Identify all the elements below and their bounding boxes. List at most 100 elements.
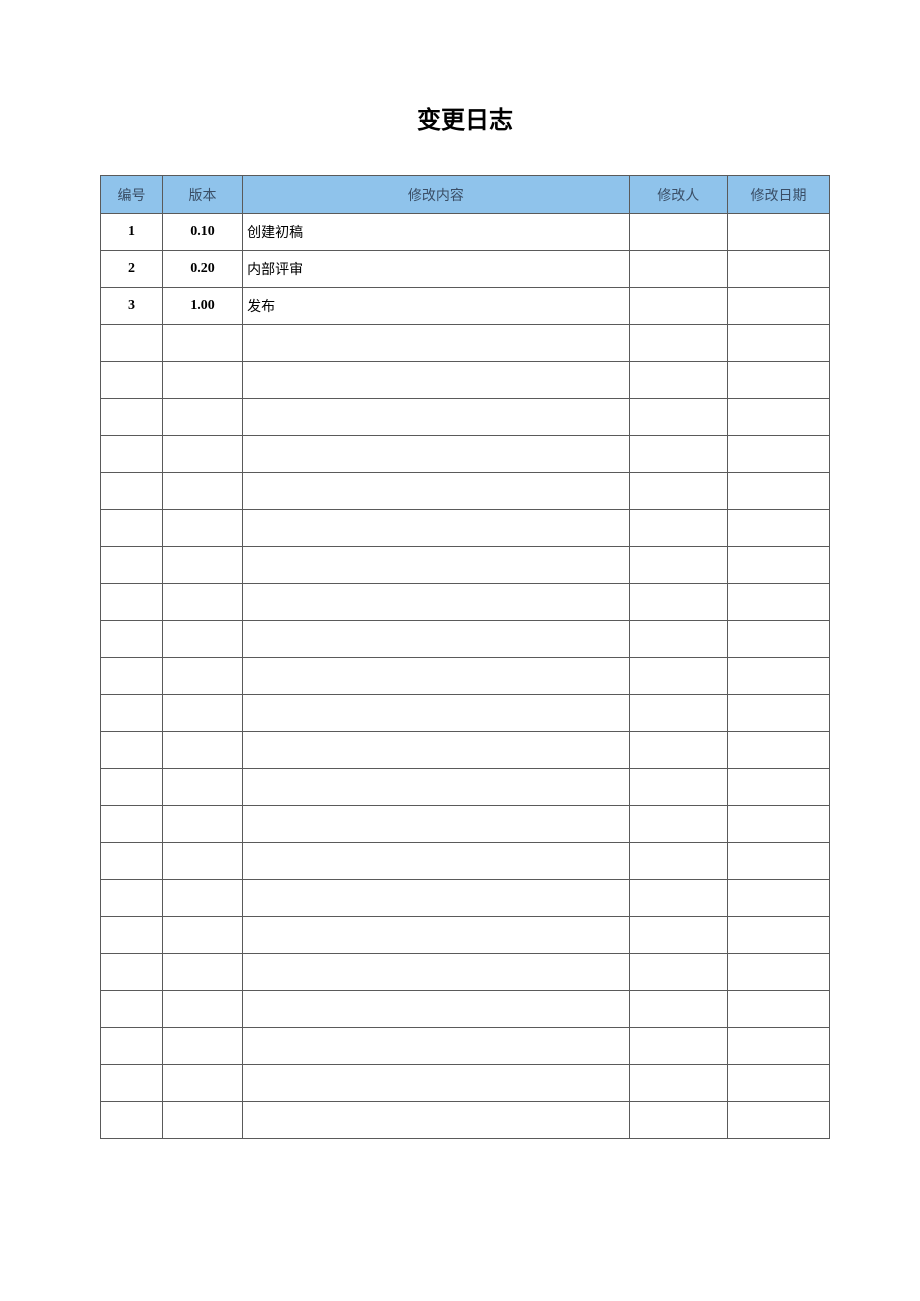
cell-content: 创建初稿 xyxy=(243,214,629,251)
cell-date xyxy=(727,473,829,510)
cell-author xyxy=(629,251,727,288)
cell-author xyxy=(629,954,727,991)
cell-index xyxy=(101,917,163,954)
cell-content: 内部评审 xyxy=(243,251,629,288)
cell-content xyxy=(243,1065,629,1102)
cell-author xyxy=(629,991,727,1028)
cell-date xyxy=(727,399,829,436)
col-header-date: 修改日期 xyxy=(727,176,829,214)
cell-content xyxy=(243,732,629,769)
cell-index xyxy=(101,695,163,732)
cell-content xyxy=(243,917,629,954)
cell-version xyxy=(162,880,242,917)
cell-date xyxy=(727,251,829,288)
cell-date xyxy=(727,806,829,843)
cell-author xyxy=(629,288,727,325)
cell-index: 2 xyxy=(101,251,163,288)
table-row xyxy=(101,621,830,658)
cell-content xyxy=(243,695,629,732)
cell-date xyxy=(727,880,829,917)
cell-author xyxy=(629,547,727,584)
cell-author xyxy=(629,1102,727,1139)
cell-index xyxy=(101,843,163,880)
cell-date xyxy=(727,621,829,658)
cell-content xyxy=(243,806,629,843)
cell-version: 1.00 xyxy=(162,288,242,325)
cell-version xyxy=(162,436,242,473)
table-row xyxy=(101,1028,830,1065)
cell-content xyxy=(243,1028,629,1065)
table-row xyxy=(101,584,830,621)
table-row xyxy=(101,991,830,1028)
cell-date xyxy=(727,917,829,954)
cell-date xyxy=(727,214,829,251)
cell-version xyxy=(162,510,242,547)
cell-author xyxy=(629,732,727,769)
cell-index xyxy=(101,1065,163,1102)
cell-version xyxy=(162,1102,242,1139)
cell-index xyxy=(101,436,163,473)
cell-date xyxy=(727,547,829,584)
table-row xyxy=(101,917,830,954)
table-row xyxy=(101,732,830,769)
table-row xyxy=(101,1102,830,1139)
cell-author xyxy=(629,473,727,510)
cell-content xyxy=(243,547,629,584)
cell-version xyxy=(162,917,242,954)
cell-version xyxy=(162,991,242,1028)
cell-author xyxy=(629,510,727,547)
cell-version: 0.20 xyxy=(162,251,242,288)
cell-date xyxy=(727,991,829,1028)
cell-author xyxy=(629,880,727,917)
cell-version xyxy=(162,732,242,769)
cell-content xyxy=(243,399,629,436)
cell-date xyxy=(727,288,829,325)
cell-index xyxy=(101,954,163,991)
cell-version xyxy=(162,1065,242,1102)
cell-date xyxy=(727,1102,829,1139)
col-header-index: 编号 xyxy=(101,176,163,214)
cell-version xyxy=(162,399,242,436)
cell-content xyxy=(243,954,629,991)
cell-index xyxy=(101,1028,163,1065)
cell-version xyxy=(162,362,242,399)
cell-date xyxy=(727,695,829,732)
cell-version xyxy=(162,547,242,584)
cell-index xyxy=(101,658,163,695)
cell-version xyxy=(162,621,242,658)
cell-index xyxy=(101,362,163,399)
cell-version xyxy=(162,584,242,621)
cell-date xyxy=(727,732,829,769)
cell-date xyxy=(727,1065,829,1102)
cell-content xyxy=(243,436,629,473)
cell-date xyxy=(727,769,829,806)
table-row: 20.20内部评审 xyxy=(101,251,830,288)
cell-content xyxy=(243,843,629,880)
cell-date xyxy=(727,584,829,621)
cell-version xyxy=(162,473,242,510)
table-row xyxy=(101,547,830,584)
cell-version xyxy=(162,1028,242,1065)
table-row xyxy=(101,362,830,399)
col-header-author: 修改人 xyxy=(629,176,727,214)
cell-content xyxy=(243,1102,629,1139)
cell-index xyxy=(101,621,163,658)
cell-index xyxy=(101,880,163,917)
cell-author xyxy=(629,436,727,473)
cell-version xyxy=(162,658,242,695)
cell-author xyxy=(629,1065,727,1102)
cell-date xyxy=(727,436,829,473)
col-header-content: 修改内容 xyxy=(243,176,629,214)
cell-index xyxy=(101,1102,163,1139)
cell-author xyxy=(629,621,727,658)
changelog-table: 编号 版本 修改内容 修改人 修改日期 10.10创建初稿20.20内部评审31… xyxy=(100,175,830,1139)
cell-date xyxy=(727,325,829,362)
table-row xyxy=(101,436,830,473)
cell-author xyxy=(629,362,727,399)
cell-index xyxy=(101,473,163,510)
cell-index: 1 xyxy=(101,214,163,251)
cell-content: 发布 xyxy=(243,288,629,325)
cell-content xyxy=(243,769,629,806)
table-row xyxy=(101,843,830,880)
cell-version xyxy=(162,695,242,732)
